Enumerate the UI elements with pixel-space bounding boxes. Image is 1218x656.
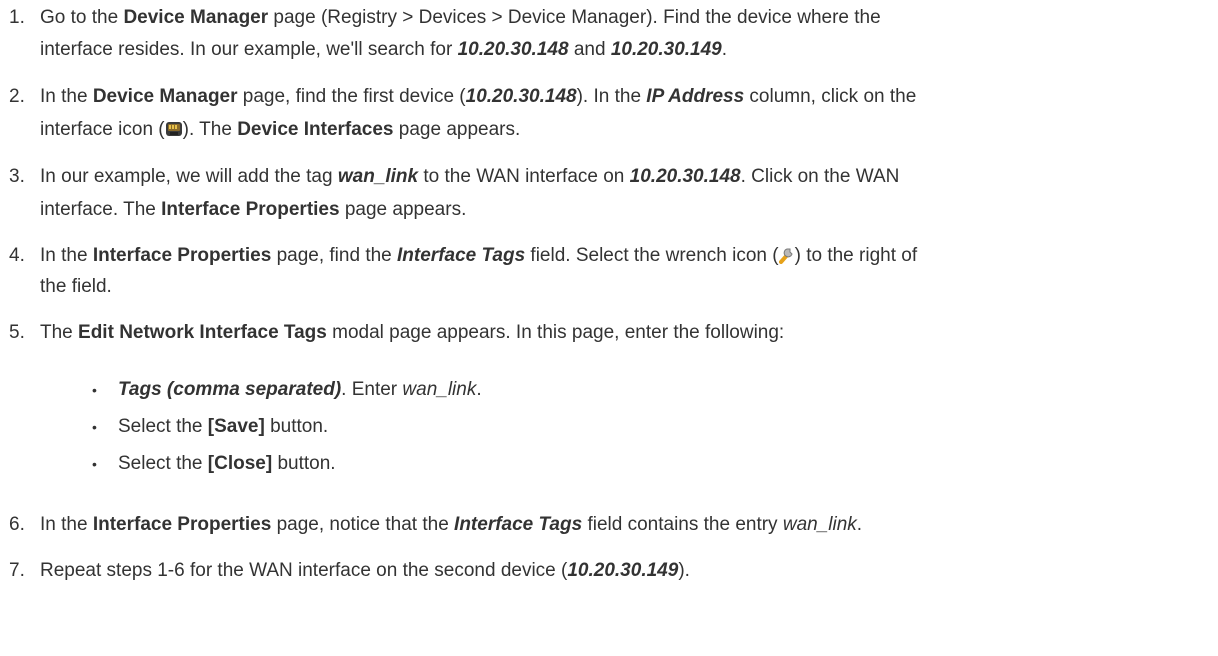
text: The bbox=[40, 322, 79, 343]
step-text-line: In the Device Manager page, find the fir… bbox=[40, 82, 1210, 112]
sub-step-text: Tags (comma separated). Enter wan_link. bbox=[118, 375, 482, 405]
text: interface resides. In our example, we'll… bbox=[40, 39, 458, 60]
step-text-line: In the Interface Properties page, find t… bbox=[40, 241, 1210, 274]
field-name: Interface Tags bbox=[397, 245, 526, 266]
text: page appears. bbox=[393, 119, 521, 140]
step-text-line: The Edit Network Interface Tags modal pa… bbox=[40, 318, 1210, 348]
step-number: 7. bbox=[9, 560, 25, 581]
text: . bbox=[721, 39, 728, 60]
text: In the bbox=[40, 514, 93, 535]
step-text-line: interface. The Interface Properties page… bbox=[40, 195, 1210, 225]
ui-term: Interface Properties bbox=[92, 245, 272, 266]
wrench-icon bbox=[778, 244, 795, 274]
text: interface. The bbox=[40, 199, 162, 220]
button-name: [Close] bbox=[207, 453, 273, 474]
network-interface-icon bbox=[165, 118, 183, 148]
text: page, find the bbox=[271, 245, 398, 266]
step-number: 6. bbox=[9, 514, 25, 535]
text: page (Registry > Devices > Device Manage… bbox=[268, 7, 881, 28]
bullet: • bbox=[92, 382, 97, 398]
ui-term: Device Interfaces bbox=[237, 119, 394, 140]
step-text-line: In our example, we will add the tag wan_… bbox=[40, 162, 1210, 192]
text: field. Select the wrench icon ( bbox=[525, 245, 779, 266]
ip-address: 10.20.30.149 bbox=[567, 560, 679, 581]
tag-value: wan_link bbox=[337, 166, 419, 187]
text: button. bbox=[272, 453, 336, 474]
text: . Click on the WAN bbox=[740, 166, 900, 187]
text: to the WAN interface on bbox=[418, 166, 630, 187]
step-text-line: the field. bbox=[40, 272, 1210, 302]
step-number: 4. bbox=[9, 245, 25, 266]
field-name: IP Address bbox=[646, 86, 745, 107]
text: the field. bbox=[40, 276, 112, 297]
step-text-line: interface icon ( ). The Device Interfaces… bbox=[40, 115, 1210, 148]
text: Repeat steps 1-6 for the WAN interface o… bbox=[40, 560, 568, 581]
ip-address: 10.20.30.148 bbox=[465, 86, 577, 107]
sub-step-text: Select the [Close] button. bbox=[118, 449, 336, 479]
ui-term: Device Manager bbox=[92, 86, 238, 107]
text: ). bbox=[678, 560, 690, 581]
text: ). The bbox=[182, 119, 238, 140]
text: interface icon ( bbox=[40, 119, 165, 140]
tag-value: wan_link bbox=[402, 379, 477, 400]
text: ). In the bbox=[576, 86, 647, 107]
step-text-line: Repeat steps 1-6 for the WAN interface o… bbox=[40, 556, 1210, 586]
text: page appears. bbox=[339, 199, 467, 220]
ui-term: Interface Properties bbox=[92, 514, 272, 535]
sub-step-text: Select the [Save] button. bbox=[118, 412, 328, 442]
text: field contains the entry bbox=[582, 514, 783, 535]
ui-term: Device Manager bbox=[123, 7, 269, 28]
field-name: Interface Tags bbox=[454, 514, 583, 535]
text: page, notice that the bbox=[271, 514, 455, 535]
text: . Enter bbox=[341, 379, 403, 400]
text: Select the bbox=[118, 416, 208, 437]
step-number: 3. bbox=[9, 166, 25, 187]
text: Select the bbox=[118, 453, 208, 474]
ip-address: 10.20.30.149 bbox=[610, 39, 722, 60]
ui-term: Interface Properties bbox=[161, 199, 340, 220]
field-name: Tags (comma separated) bbox=[118, 379, 342, 400]
text: ) to the right of bbox=[794, 245, 918, 266]
tag-value: wan_link bbox=[782, 514, 857, 535]
text: and bbox=[568, 39, 611, 60]
bullet: • bbox=[92, 456, 97, 472]
ip-address: 10.20.30.148 bbox=[457, 39, 569, 60]
ip-address: 10.20.30.148 bbox=[629, 166, 741, 187]
step-text-line: In the Interface Properties page, notice… bbox=[40, 510, 1210, 540]
step-text-line: Go to the Device Manager page (Registry … bbox=[40, 3, 1210, 33]
instructions-page: 1. Go to the Device Manager page (Regist… bbox=[0, 0, 1218, 656]
text: . bbox=[856, 514, 863, 535]
button-name: [Save] bbox=[207, 416, 265, 437]
step-number: 2. bbox=[9, 86, 25, 107]
text: column, click on the bbox=[744, 86, 917, 107]
text: In the bbox=[40, 86, 93, 107]
step-number: 1. bbox=[9, 7, 25, 28]
text: modal page appears. In this page, enter … bbox=[326, 322, 785, 343]
step-number: 5. bbox=[9, 322, 25, 343]
text: Go to the bbox=[40, 7, 124, 28]
step-text-line: interface resides. In our example, we'll… bbox=[40, 35, 1210, 65]
bullet: • bbox=[92, 419, 97, 435]
ui-term: Edit Network Interface Tags bbox=[78, 322, 327, 343]
text: In our example, we will add the tag bbox=[40, 166, 338, 187]
text: . bbox=[476, 379, 482, 400]
text: button. bbox=[264, 416, 329, 437]
text: In the bbox=[40, 245, 93, 266]
text: page, find the first device ( bbox=[237, 86, 466, 107]
